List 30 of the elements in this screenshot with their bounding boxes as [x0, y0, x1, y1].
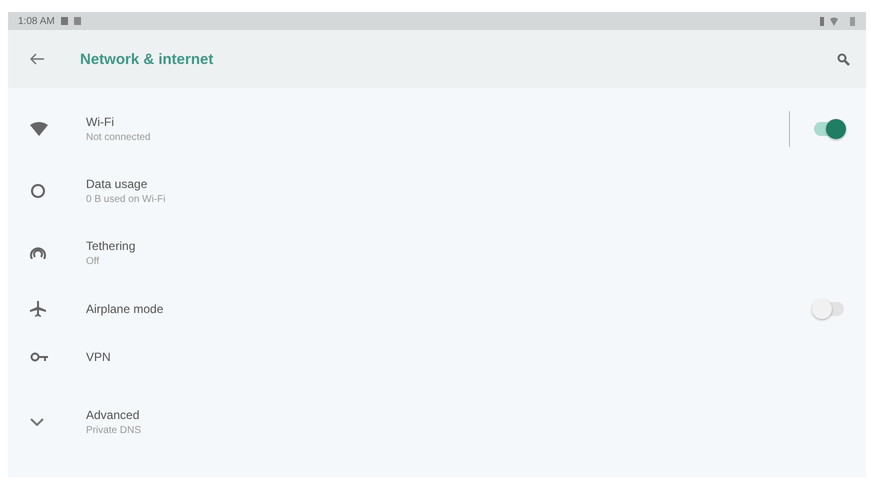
settings-item[interactable]: Wi-Fi Not connected: [8, 98, 866, 160]
item-summary: Off: [86, 256, 100, 267]
item-title: Data usage: [86, 177, 148, 191]
item-summary: Private DNS: [86, 425, 142, 436]
settings-item[interactable]: Tethering Off: [8, 222, 866, 284]
settings-item[interactable]: Data usage 0 B used on Wi-Fi: [8, 160, 866, 222]
search-button[interactable]: [837, 52, 850, 66]
airplane-icon: [30, 301, 46, 317]
toggle-switch[interactable]: [814, 302, 844, 316]
settings-item[interactable]: VPN: [8, 334, 866, 380]
wifi-status-icon: [830, 16, 838, 26]
item-title: Tethering: [86, 239, 136, 253]
settings-item[interactable]: Advanced Private DNS: [8, 380, 866, 464]
back-button[interactable]: [30, 53, 44, 65]
settings-item[interactable]: Airplane mode: [8, 284, 866, 334]
key-icon: [30, 352, 48, 362]
signal-icon: [820, 16, 824, 26]
wifi-icon: [30, 122, 48, 136]
page-title: Network & internet: [80, 50, 214, 68]
data-usage-icon: [30, 183, 46, 199]
hotspot-icon: [30, 247, 46, 259]
chevron-down-icon: [30, 418, 44, 426]
item-summary: 0 B used on Wi-Fi: [86, 194, 166, 205]
status-time: 1:08 AM: [18, 16, 55, 26]
item-title: Wi-Fi: [86, 115, 115, 129]
item-title: VPN: [86, 350, 112, 364]
item-title: Airplane mode: [86, 302, 164, 316]
toggle-switch[interactable]: [814, 122, 844, 136]
item-summary: Not connected: [86, 132, 152, 143]
item-title: Advanced: [86, 408, 140, 422]
